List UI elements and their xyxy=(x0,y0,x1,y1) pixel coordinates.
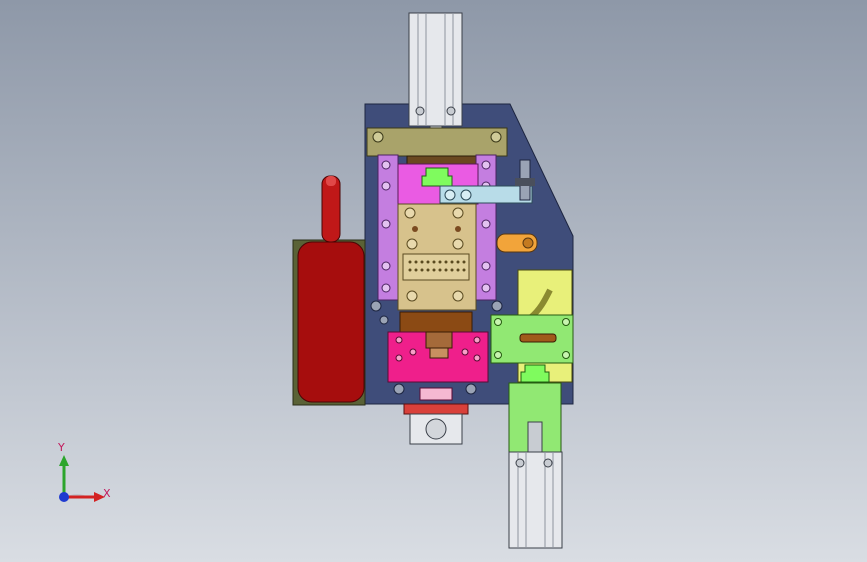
brown-lower-plate[interactable] xyxy=(399,311,473,333)
red-handle-assembly[interactable] xyxy=(292,175,366,406)
axis-x-label: X xyxy=(103,487,111,500)
orange-link[interactable] xyxy=(496,233,538,253)
tan-center-block[interactable] xyxy=(397,203,477,311)
cad-viewport[interactable]: Y X xyxy=(0,0,867,562)
xyz-axis-triad-icon xyxy=(59,455,105,502)
cad-model-drawing[interactable] xyxy=(0,0,867,562)
axis-y-label: Y xyxy=(58,441,65,454)
pink-bottom-block[interactable] xyxy=(387,331,489,383)
